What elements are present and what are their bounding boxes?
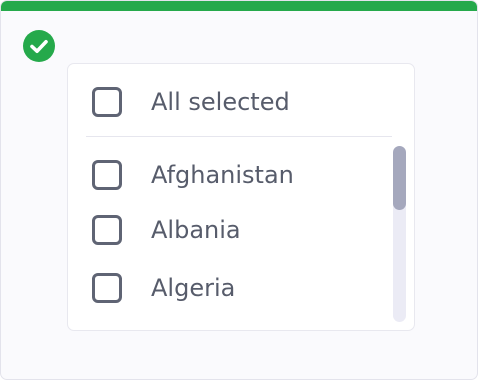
option-checkbox[interactable]: [92, 215, 122, 245]
card: All selected Afghanistan Albania Algeria: [0, 0, 478, 380]
country-multiselect-dropdown[interactable]: All selected Afghanistan Albania Algeria: [67, 63, 415, 331]
divider: [86, 136, 392, 137]
scrollbar-thumb[interactable]: [393, 146, 406, 210]
option-checkbox[interactable]: [92, 273, 122, 303]
option-checkbox[interactable]: [92, 160, 122, 190]
option-label: Afghanistan: [151, 161, 294, 189]
check-circle-icon: [23, 30, 55, 62]
select-all-option[interactable]: All selected: [92, 85, 290, 119]
scrollbar-track[interactable]: [393, 146, 406, 322]
select-all-label: All selected: [151, 88, 290, 116]
option-label: Algeria: [151, 274, 236, 302]
option-afghanistan[interactable]: Afghanistan: [92, 158, 294, 192]
option-albania[interactable]: Albania: [92, 213, 241, 247]
select-all-checkbox[interactable]: [92, 87, 122, 117]
option-label: Albania: [151, 216, 241, 244]
option-algeria[interactable]: Algeria: [92, 271, 235, 305]
success-status-bar: [1, 1, 477, 11]
